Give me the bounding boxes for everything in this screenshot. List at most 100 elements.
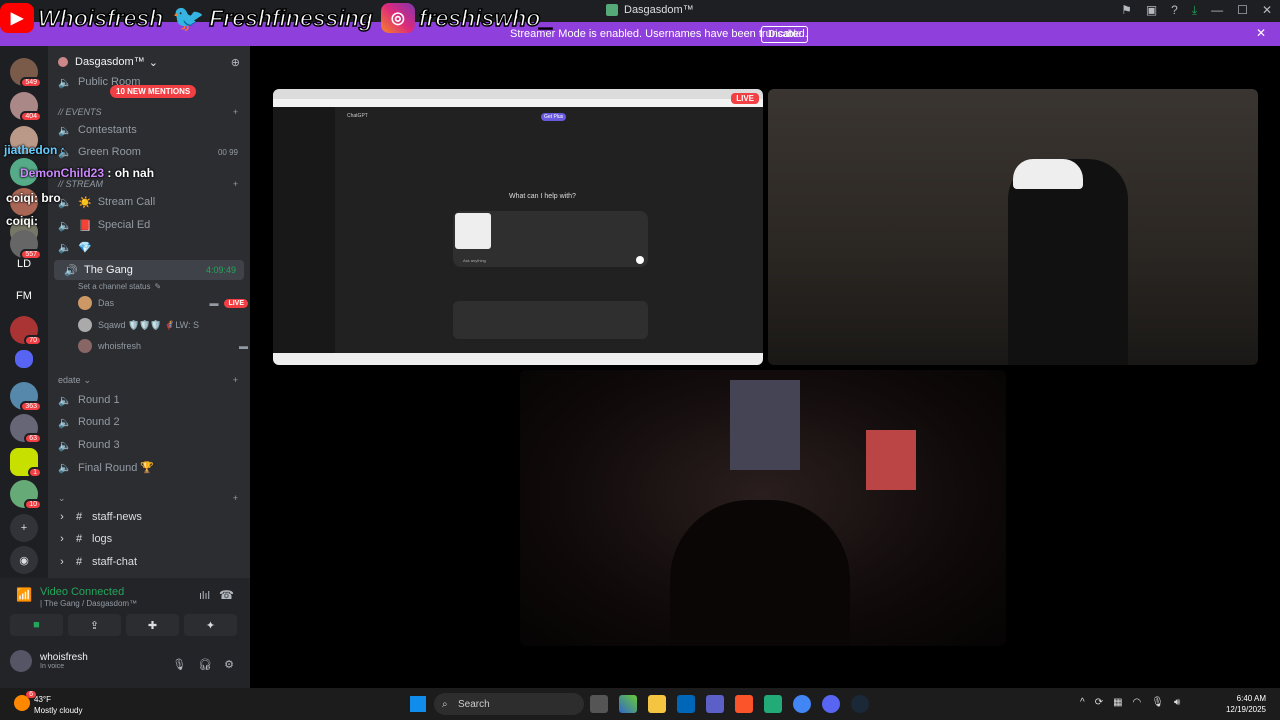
disconnect-icon[interactable]: ☎ [219, 588, 234, 602]
speaker-icon: 🔈 [58, 241, 72, 254]
gear-icon[interactable]: ⚙ [224, 658, 234, 671]
channel-status-prompt[interactable]: Set a channel status ✎ [68, 276, 270, 296]
channel-green-room[interactable]: 🔈 Green Room 00 99 [48, 142, 250, 162]
category-staff[interactable]: ⌄ + [48, 488, 250, 508]
new-mentions-badge[interactable]: 10 NEW MENTIONS [110, 85, 197, 98]
chat-overlay-line: jiathedon : [4, 143, 65, 157]
headphones-icon[interactable]: 🎧︎ [198, 658, 212, 671]
server-icon[interactable]: 10 [10, 480, 42, 510]
channel-round-2[interactable]: 🔈 Round 2 [48, 412, 250, 432]
category-edate[interactable]: edate ⌄ + [48, 370, 250, 390]
hash-icon: # [75, 556, 83, 568]
person-silhouette [1008, 159, 1128, 365]
brave-icon[interactable] [735, 695, 753, 713]
channel-stream-call[interactable]: 🔈 ☀️ Stream Call [48, 192, 250, 212]
app-tray-icon[interactable]: ▦ [1113, 697, 1122, 708]
folder-icon[interactable] [15, 350, 33, 368]
chevron-right-icon: › [60, 533, 64, 545]
teams-icon[interactable] [706, 695, 724, 713]
server-icon[interactable]: LD [10, 250, 38, 278]
microphone-icon[interactable]: 🎙︎ [1151, 697, 1164, 708]
add-channel-icon[interactable]: + [233, 107, 238, 117]
chevron-right-icon: › [60, 511, 64, 523]
video-stage: ChatGPT Get Plus What can I help with? A… [250, 46, 1280, 688]
minimize-button[interactable]: — [1211, 3, 1223, 18]
add-channel-icon[interactable]: + [233, 493, 238, 503]
category-events[interactable]: // Events + [48, 102, 250, 122]
channel-special-ed[interactable]: 🔈 📕 Special Ed [48, 215, 250, 235]
noise-suppression-icon[interactable]: ılıl [199, 590, 210, 602]
store-icon[interactable] [677, 695, 695, 713]
microphone-icon[interactable]: 🎙︎ [172, 658, 186, 671]
webcam-tile[interactable] [768, 89, 1258, 365]
cap [1013, 159, 1083, 189]
help-icon[interactable]: ? [1171, 3, 1178, 18]
download-icon[interactable]: ⤓ [1192, 3, 1197, 18]
webcam-tile[interactable] [520, 370, 1006, 646]
camera-button[interactable]: ■ [10, 614, 63, 636]
add-channel-icon[interactable]: + [233, 375, 238, 385]
close-banner-icon[interactable]: ✕ [1256, 26, 1266, 40]
file-explorer-icon[interactable] [648, 695, 666, 713]
speaker-icon: 🔊 [64, 264, 78, 277]
copilot-icon[interactable] [619, 695, 637, 713]
add-server-icon[interactable]: + [10, 514, 38, 542]
speaker-icon: 🔈 [58, 219, 72, 232]
channel-round-1[interactable]: 🔈 Round 1 [48, 390, 250, 410]
close-window-button[interactable]: ✕ [1262, 3, 1272, 18]
signal-icon[interactable]: 📶 [16, 587, 32, 603]
server-boost-icon [58, 57, 68, 67]
channel-staff-chat[interactable]: › # staff-chat [48, 552, 250, 572]
invite-icon[interactable]: ⊕ [231, 56, 240, 69]
disable-button[interactable]: Disable [761, 26, 809, 43]
weather-widget[interactable]: 43°F Mostly cloudy [34, 694, 82, 716]
activities-button[interactable]: ✚ [126, 614, 179, 636]
remote-taskbar [273, 353, 763, 365]
start-button[interactable] [410, 696, 426, 712]
voice-user[interactable]: Sqawd 🛡️🛡️🛡️ 🦸LW: S [78, 316, 248, 334]
clock[interactable]: 6:40 AM 12/19/2025 [1226, 693, 1266, 715]
avatar [78, 339, 92, 353]
screen-share-tile[interactable]: ChatGPT Get Plus What can I help with? A… [273, 89, 763, 365]
soundboard-button[interactable]: ✦ [184, 614, 237, 636]
add-channel-icon[interactable]: + [233, 179, 238, 189]
wifi-icon[interactable]: ◠ [1133, 697, 1142, 708]
poster [866, 430, 916, 490]
server-icon[interactable]: 549 [10, 58, 42, 88]
channel-staff-news[interactable]: › # staff-news [48, 507, 250, 527]
channel-round-3[interactable]: 🔈 Round 3 [48, 435, 250, 455]
sync-icon[interactable]: ⟳ [1095, 697, 1103, 708]
screen-icon[interactable]: ▣ [1146, 3, 1157, 18]
maximize-button[interactable]: ☐ [1237, 3, 1248, 18]
server-icon[interactable]: 63 [10, 414, 42, 444]
discord-icon[interactable] [822, 695, 840, 713]
chrome-icon[interactable] [793, 695, 811, 713]
server-icon[interactable]: 363 [10, 382, 42, 412]
attached-image [455, 213, 491, 249]
channel-diamond[interactable]: 🔈 💎 [48, 237, 250, 257]
chat-overlay-line: DemonChild23 : oh nah [20, 166, 155, 180]
speaker-icon[interactable]: 🔊︎ [1174, 697, 1180, 708]
voice-user[interactable]: Das ▬ LIVE [78, 294, 248, 312]
channel-contestants[interactable]: 🔈 Contestants [48, 120, 250, 140]
channel-logs[interactable]: › # logs [48, 529, 250, 549]
image-suggestions [453, 301, 648, 339]
channel-final-round[interactable]: 🔈 Final Round 🏆 [48, 457, 250, 477]
avatar [78, 318, 92, 332]
app-icon[interactable] [764, 695, 782, 713]
browser-address-bar [273, 99, 763, 107]
chevron-down-icon: ⌄ [83, 374, 92, 385]
user-panel[interactable]: whoisfresh In voice [10, 650, 88, 672]
server-icon[interactable]: 70 [10, 316, 42, 346]
taskbar-search[interactable]: ⌕ Search [434, 693, 584, 715]
voice-user[interactable]: whoisfresh ▬ [78, 337, 248, 355]
discover-icon[interactable]: ◉ [10, 546, 38, 574]
chevron-up-icon[interactable]: ^ [1080, 697, 1085, 708]
server-icon[interactable]: 1 [10, 448, 42, 478]
server-icon[interactable]: 404 [10, 92, 42, 122]
steam-icon[interactable] [851, 695, 869, 713]
inbox-icon[interactable]: ⚑ [1121, 3, 1132, 18]
screen-share-button[interactable]: ⇪ [68, 614, 121, 636]
server-icon[interactable]: FM [10, 282, 38, 310]
task-view-icon[interactable] [590, 695, 608, 713]
